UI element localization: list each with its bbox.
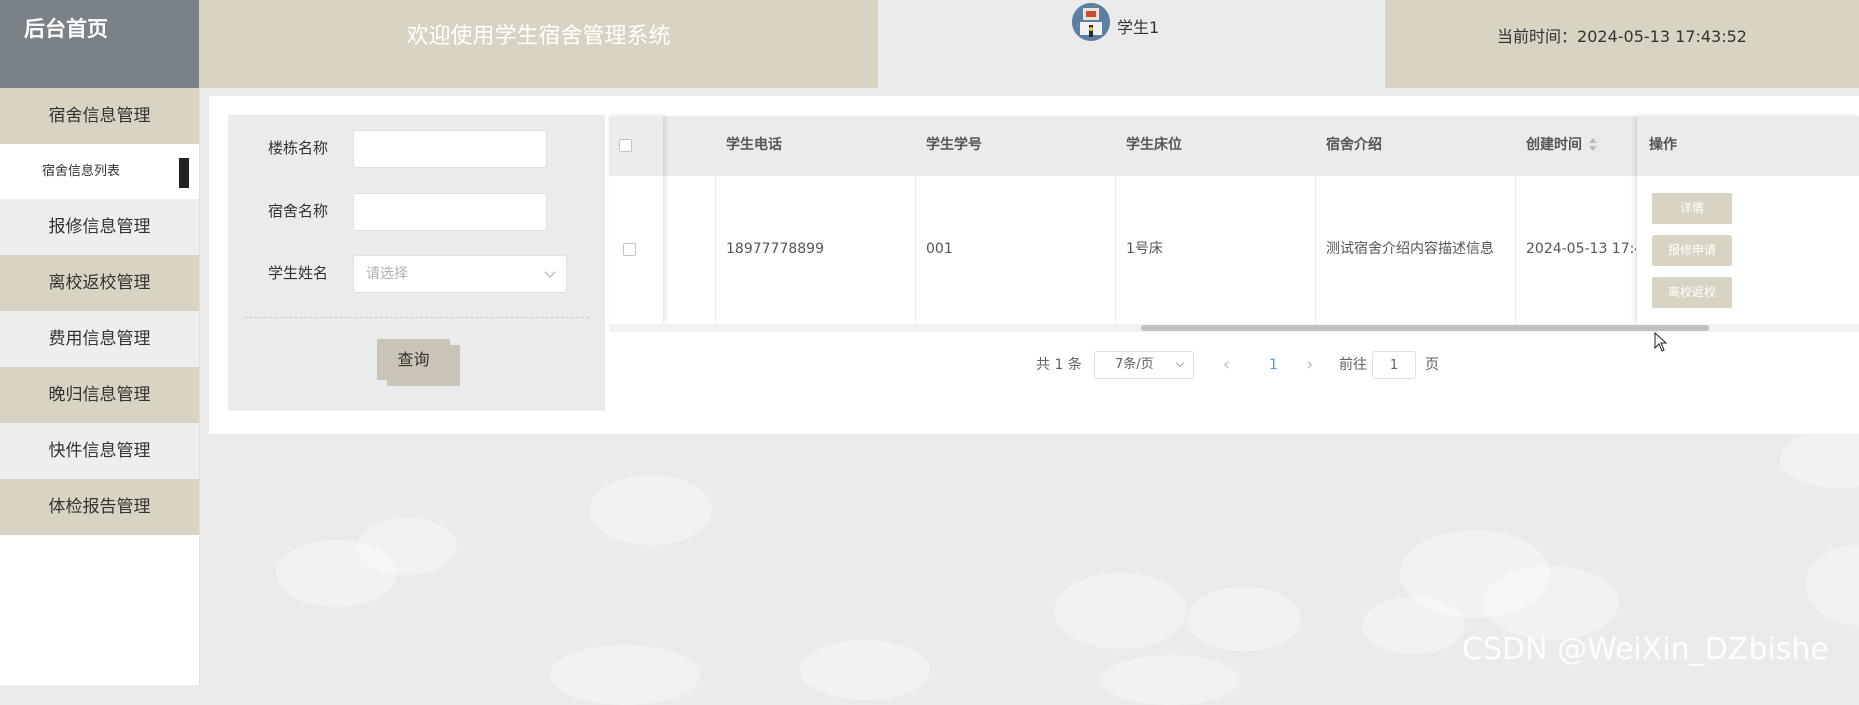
dorm-name-label: 宿舍名称 <box>268 202 329 220</box>
row-checkbox[interactable] <box>623 243 636 256</box>
sort-icon <box>1588 138 1598 152</box>
cell-student-no: 001 <box>926 241 953 257</box>
actions-column: 操作 详情 报修申请 离校返校 <box>1637 116 1859 324</box>
page-suffix: 页 <box>1425 357 1439 373</box>
sidebar: 后台首页 宿舍信息管理 宿舍信息列表 报修信息管理 离校返校管理 费用信息管理 … <box>0 0 200 685</box>
dorm-name-input[interactable] <box>353 193 547 231</box>
student-name-label: 学生姓名 <box>268 264 329 282</box>
student-name-select[interactable]: 请选择 <box>353 255 567 293</box>
repair-request-button[interactable]: 报修申请 <box>1652 235 1732 266</box>
column-header-created-label: 创建时间 <box>1526 137 1582 153</box>
sidebar-subitem-label: 宿舍信息列表 <box>42 164 121 179</box>
cell-divider <box>1315 175 1316 324</box>
select-all-checkbox[interactable] <box>619 139 632 152</box>
cell-divider <box>1115 175 1116 324</box>
background-bubble <box>1806 545 1859 625</box>
watermark: CSDN @WeiXin_DZbishe <box>1462 632 1829 667</box>
background-bubble <box>1780 430 1859 488</box>
background-bubble <box>1054 573 1187 649</box>
query-button[interactable]: 查询 <box>377 339 450 380</box>
divider <box>244 317 589 318</box>
student-name-placeholder: 请选择 <box>366 266 408 282</box>
sidebar-item-late-return[interactable]: 晚归信息管理 <box>0 367 199 423</box>
page-number-current[interactable]: 1 <box>1269 351 1278 379</box>
mouse-cursor-icon <box>1654 332 1668 352</box>
chevron-down-icon <box>544 266 556 278</box>
sidebar-item-parcels[interactable]: 快件信息管理 <box>0 423 199 479</box>
header: 欢迎使用学生宿舍管理系统 学生1 当前时间：2024-05-13 17:43:5… <box>199 0 1859 88</box>
leave-return-button[interactable]: 离校返校 <box>1652 277 1732 308</box>
avatar[interactable] <box>1072 3 1110 41</box>
active-indicator <box>179 158 189 188</box>
background-bubble <box>550 645 700 705</box>
background-bubble <box>590 475 712 545</box>
page-size-value: 7条/页 <box>1115 357 1154 372</box>
background-bubble <box>800 640 930 700</box>
background-bubble <box>1100 655 1240 705</box>
column-header-actions: 操作 <box>1649 137 1677 153</box>
sidebar-item-repair[interactable]: 报修信息管理 <box>0 199 199 255</box>
column-header-intro: 宿舍介绍 <box>1326 137 1382 153</box>
column-header-phone: 学生电话 <box>726 137 782 153</box>
prev-page-icon[interactable]: ‹ <box>1223 351 1230 379</box>
goto-page-input[interactable] <box>1372 351 1416 379</box>
sidebar-item-health-report[interactable]: 体检报告管理 <box>0 479 199 535</box>
cell-bed: 1号床 <box>1126 241 1163 257</box>
data-table: 学生电话 学生学号 学生床位 宿舍介绍 创建时间 18977778899 001… <box>609 116 1859 332</box>
scrollbar-thumb[interactable] <box>1141 325 1709 331</box>
main-content: 楼栋名称 宿舍名称 学生姓名 请选择 查询 学生电话 学生学号 学生床位 宿舍介… <box>209 96 1859 434</box>
goto-label: 前往 <box>1339 357 1367 373</box>
page-size-select[interactable]: 7条/页 <box>1094 351 1194 379</box>
sidebar-brand-home[interactable]: 后台首页 <box>0 0 199 88</box>
user-info: 学生1 <box>878 0 1385 88</box>
background-bubble <box>1483 566 1619 640</box>
total-count: 共 1 条 <box>1036 357 1082 373</box>
cell-phone: 18977778899 <box>726 241 824 257</box>
cell-intro: 测试宿舍介绍内容描述信息 <box>1326 241 1494 257</box>
horizontal-scrollbar[interactable] <box>609 324 1859 332</box>
checkbox-column <box>609 116 663 324</box>
next-page-icon[interactable]: › <box>1306 351 1313 379</box>
cell-divider <box>715 175 716 324</box>
sidebar-item-leave-return[interactable]: 离校返校管理 <box>0 255 199 311</box>
current-time: 当前时间：2024-05-13 17:43:52 <box>1385 0 1859 88</box>
detail-button[interactable]: 详情 <box>1652 193 1732 224</box>
column-header-bed: 学生床位 <box>1126 137 1182 153</box>
search-panel: 楼栋名称 宿舍名称 学生姓名 请选择 查询 <box>228 115 605 411</box>
background-bubble <box>276 540 397 607</box>
cell-divider <box>1515 175 1516 324</box>
sidebar-item-fees[interactable]: 费用信息管理 <box>0 311 199 367</box>
building-name-label: 楼栋名称 <box>268 139 329 157</box>
cell-created: 2024-05-13 17:43 <box>1526 241 1636 257</box>
cell-divider <box>915 175 916 324</box>
welcome-title: 欢迎使用学生宿舍管理系统 <box>199 0 878 88</box>
chevron-down-icon <box>1175 358 1185 368</box>
sidebar-item-dorm-info[interactable]: 宿舍信息管理 <box>0 88 199 144</box>
column-header-student-no: 学生学号 <box>926 137 982 153</box>
user-avatar-icon <box>1072 3 1110 41</box>
background-bubble <box>1187 587 1301 651</box>
building-name-input[interactable] <box>353 130 547 168</box>
column-header-created[interactable]: 创建时间 <box>1526 116 1598 175</box>
sidebar-subitem-dorm-list[interactable]: 宿舍信息列表 <box>0 144 199 199</box>
username[interactable]: 学生1 <box>1117 14 1159 38</box>
